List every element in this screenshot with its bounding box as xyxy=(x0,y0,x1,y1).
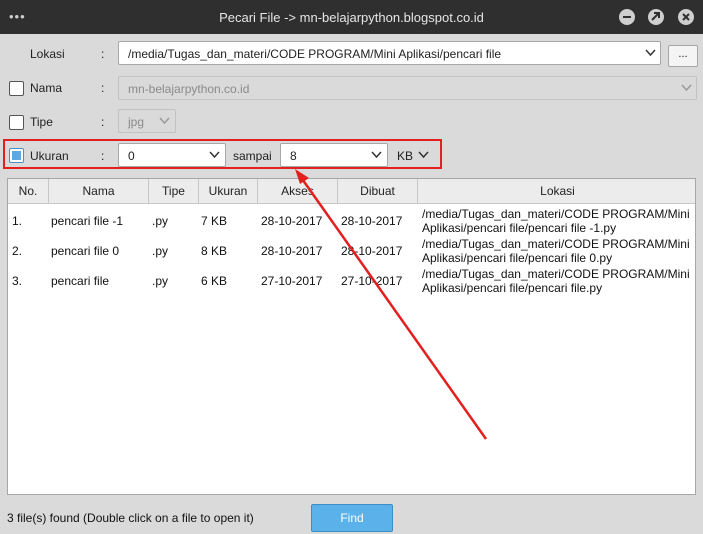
cell-ukuran: 8 KB xyxy=(201,244,228,258)
column-header-ukuran[interactable]: Ukuran xyxy=(199,179,258,203)
cell-akses: 28-10-2017 xyxy=(261,214,323,228)
annotation-highlight-box xyxy=(3,139,442,169)
column-header-akses[interactable]: Akses xyxy=(258,179,338,203)
lokasi-combobox[interactable]: /media/Tugas_dan_materi/CODE PROGRAM/Min… xyxy=(118,41,661,65)
cell-ukuran: 6 KB xyxy=(201,274,228,288)
cell-nama: pencari file xyxy=(51,274,110,288)
cell-nama: pencari file -1 xyxy=(51,214,124,228)
tipe-combobox[interactable]: jpg xyxy=(118,109,176,133)
close-icon xyxy=(682,13,690,21)
table-row[interactable]: 1. pencari file -1 .py 7 KB 28-10-2017 2… xyxy=(8,207,695,239)
tipe-colon: : xyxy=(101,115,105,129)
chevron-down-icon xyxy=(159,117,170,125)
cell-dibuat: 27-10-2017 xyxy=(341,274,403,288)
column-header-tipe[interactable]: Tipe xyxy=(149,179,199,203)
maximize-button[interactable] xyxy=(648,9,664,25)
title-bar: ••• Pecari File -> mn-belajarpython.blog… xyxy=(0,0,703,34)
cell-tipe: .py xyxy=(152,214,169,228)
restore-icon xyxy=(651,12,660,21)
cell-no: 3. xyxy=(12,274,23,288)
tipe-checkbox[interactable] xyxy=(9,115,24,130)
table-row[interactable]: 2. pencari file 0 .py 8 KB 28-10-2017 28… xyxy=(8,237,695,269)
nama-combobox[interactable]: mn-belajarpython.co.id xyxy=(118,76,697,100)
cell-akses: 27-10-2017 xyxy=(261,274,323,288)
browse-button[interactable]: ... xyxy=(668,45,698,67)
results-table[interactable]: No. Nama Tipe Ukuran Akses Dibuat Lokasi… xyxy=(7,178,696,495)
nama-checkbox[interactable] xyxy=(9,81,24,96)
nama-colon: : xyxy=(101,81,105,95)
column-header-no[interactable]: No. xyxy=(8,179,49,203)
cell-ukuran: 7 KB xyxy=(201,214,228,228)
chevron-down-icon xyxy=(645,49,656,57)
column-header-lokasi[interactable]: Lokasi xyxy=(418,179,695,203)
cell-dibuat: 28-10-2017 xyxy=(341,244,403,258)
tipe-label: Tipe xyxy=(30,115,53,129)
cell-lokasi: /media/Tugas_dan_materi/CODE PROGRAM/Min… xyxy=(422,267,690,295)
table-row[interactable]: 3. pencari file .py 6 KB 27-10-2017 27-1… xyxy=(8,267,695,299)
lokasi-colon: : xyxy=(101,47,105,61)
cell-tipe: .py xyxy=(152,244,169,258)
cell-lokasi: /media/Tugas_dan_materi/CODE PROGRAM/Min… xyxy=(422,237,690,265)
tipe-value: jpg xyxy=(128,115,145,129)
cell-nama: pencari file 0 xyxy=(51,244,120,258)
cell-no: 2. xyxy=(12,244,23,258)
cell-dibuat: 28-10-2017 xyxy=(341,214,403,228)
window-title: Pecari File -> mn-belajarpython.blogspot… xyxy=(219,10,484,25)
minimize-icon xyxy=(623,16,631,18)
cell-no: 1. xyxy=(12,214,23,228)
column-header-dibuat[interactable]: Dibuat xyxy=(338,179,418,203)
minimize-button[interactable] xyxy=(619,9,635,25)
cell-akses: 28-10-2017 xyxy=(261,244,323,258)
status-text: 3 file(s) found (Double click on a file … xyxy=(7,511,254,525)
nama-label: Nama xyxy=(30,81,63,95)
table-header: No. Nama Tipe Ukuran Akses Dibuat Lokasi xyxy=(8,179,695,204)
close-button[interactable] xyxy=(678,9,694,25)
cell-lokasi: /media/Tugas_dan_materi/CODE PROGRAM/Min… xyxy=(422,207,690,235)
column-header-nama[interactable]: Nama xyxy=(49,179,149,203)
lokasi-value: /media/Tugas_dan_materi/CODE PROGRAM/Min… xyxy=(128,47,502,61)
cell-tipe: .py xyxy=(152,274,169,288)
chevron-down-icon xyxy=(681,84,692,92)
find-button[interactable]: Find xyxy=(311,504,393,532)
nama-value: mn-belajarpython.co.id xyxy=(128,82,250,96)
lokasi-label: Lokasi xyxy=(30,47,65,61)
